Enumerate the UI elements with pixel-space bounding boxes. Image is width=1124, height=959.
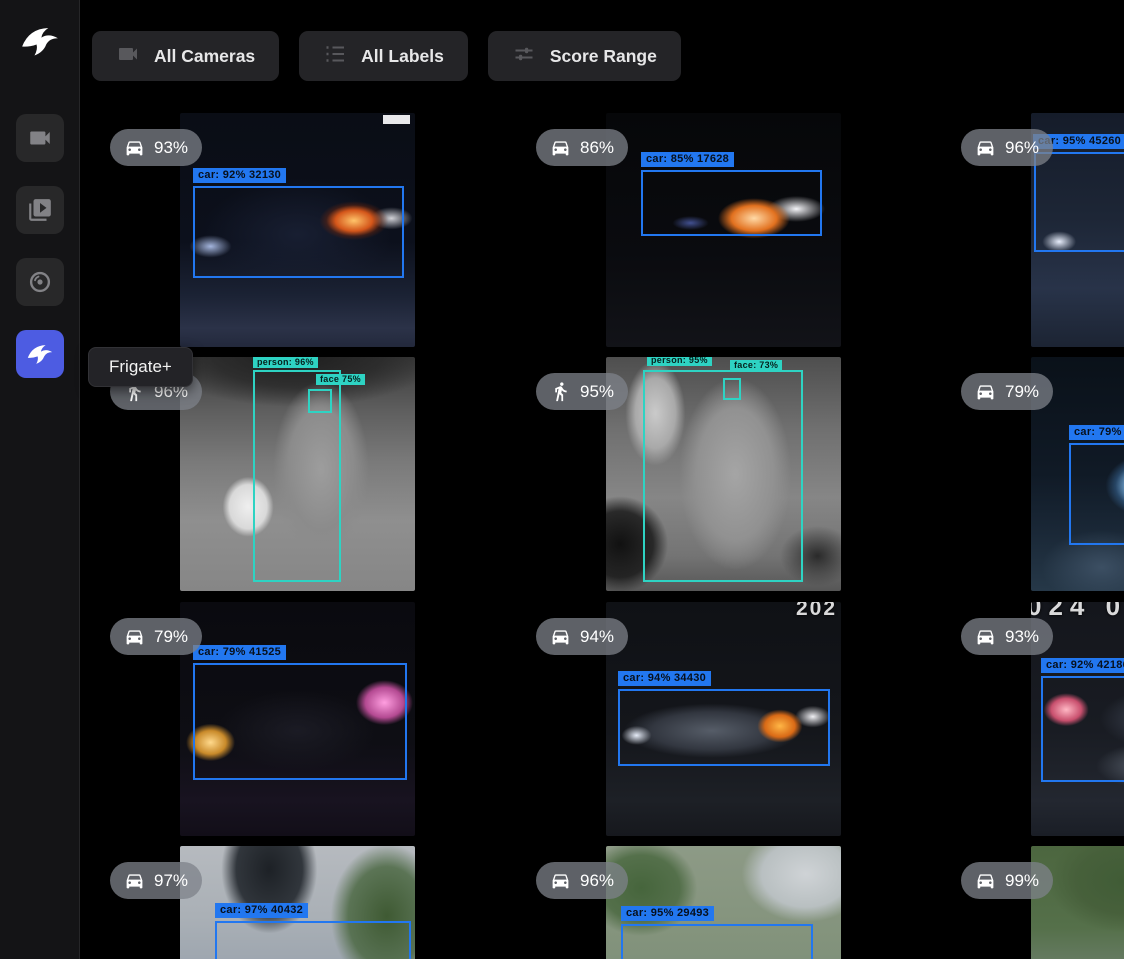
all-cameras-filter-button[interactable]: All Cameras: [92, 31, 279, 81]
frigate-plus-icon: [25, 340, 55, 368]
detection-label: person: 96%: [253, 357, 318, 368]
car-icon: [550, 870, 571, 891]
detection-thumbnail[interactable]: person: 95% face: 73%: [606, 357, 841, 591]
detection-label: car: 85% 17628: [641, 152, 734, 167]
face-label: face 75%: [316, 374, 365, 385]
face-box: [308, 389, 332, 413]
detection-box: [641, 170, 822, 236]
detection-thumbnail[interactable]: car: 95% 29493: [606, 846, 841, 959]
all-labels-filter-label: All Labels: [361, 46, 444, 67]
all-cameras-filter-label: All Cameras: [154, 46, 255, 67]
car-icon: [550, 626, 571, 647]
car-icon: [975, 626, 996, 647]
frigate-bird-logo: [18, 21, 62, 61]
detection-label: car: 79%: [1069, 425, 1124, 440]
car-icon: [975, 870, 996, 891]
sidebar-item-frigate-plus[interactable]: [16, 330, 64, 378]
score-badge-value: 86%: [580, 138, 614, 158]
face-box: [723, 378, 741, 400]
score-range-filter-button[interactable]: Score Range: [488, 31, 681, 81]
score-badge: 94%: [536, 618, 628, 655]
score-badge-value: 95%: [580, 382, 614, 402]
score-badge: 95%: [536, 373, 628, 410]
filter-toolbar: All Cameras All Labels Score Range: [92, 31, 681, 81]
sidebar-item-review[interactable]: [16, 186, 64, 234]
detection-box: [193, 663, 407, 780]
detection-thumbnail[interactable]: car: 94% 34430 202: [606, 602, 841, 836]
score-badge-value: 94%: [580, 627, 614, 647]
score-badge-value: 93%: [1005, 627, 1039, 647]
sidebar: [0, 0, 80, 959]
frigate-plus-tooltip: Frigate+: [88, 347, 193, 387]
cameras-filter-icon: [116, 42, 140, 66]
score-badge-value: 96%: [1005, 138, 1039, 158]
detection-box: [1069, 443, 1124, 545]
score-badge-value: 93%: [154, 138, 188, 158]
score-badge: 79%: [110, 618, 202, 655]
camera-timestamp-overlay: 024 03: [1031, 602, 1124, 622]
score-range-filter-label: Score Range: [550, 46, 657, 67]
score-badge-value: 99%: [1005, 871, 1039, 891]
score-badge: 99%: [961, 862, 1053, 899]
export-icon: [27, 269, 53, 295]
camera-icon: [27, 125, 53, 151]
detection-box: [643, 370, 803, 582]
detection-thumbnail[interactable]: car: 99% 25: [1031, 846, 1124, 959]
frigate-logo: [17, 20, 63, 62]
score-badge-value: 96%: [580, 871, 614, 891]
score-badge: 86%: [536, 129, 628, 166]
detection-box: [193, 186, 404, 278]
all-labels-filter-button[interactable]: All Labels: [299, 31, 468, 81]
car-icon: [124, 626, 145, 647]
car-icon: [550, 137, 571, 158]
labels-filter-icon: [323, 42, 347, 66]
detection-box: [215, 921, 411, 959]
detection-thumbnail[interactable]: car: 92% 32130: [180, 113, 415, 347]
score-badge: 93%: [961, 618, 1053, 655]
detection-box: [621, 924, 813, 959]
score-range-icon: [512, 42, 536, 66]
car-icon: [975, 381, 996, 402]
detection-thumbnail[interactable]: car: 97% 40432: [180, 846, 415, 959]
detection-box: [1041, 676, 1124, 782]
score-badge: 93%: [110, 129, 202, 166]
score-badge: 96%: [961, 129, 1053, 166]
detection-thumbnail[interactable]: car: 79% 41525: [180, 602, 415, 836]
score-badge-value: 97%: [154, 871, 188, 891]
sidebar-item-live[interactable]: [16, 114, 64, 162]
car-icon: [124, 870, 145, 891]
detection-box: [618, 689, 830, 766]
score-badge-value: 79%: [1005, 382, 1039, 402]
detection-thumbnail[interactable]: person: 96% face 75%: [180, 357, 415, 591]
face-label: face: 73%: [730, 360, 782, 371]
detection-box: [1034, 152, 1124, 252]
car-icon: [975, 137, 996, 158]
camera-timestamp-overlay: 202: [796, 602, 837, 621]
sidebar-item-export[interactable]: [16, 258, 64, 306]
detection-label: car: 92% 42186: [1041, 658, 1124, 673]
score-badge: 79%: [961, 373, 1053, 410]
detection-label: car: 95% 29493: [621, 906, 714, 921]
detection-label: car: 97% 40432: [215, 903, 308, 918]
score-badge: 97%: [110, 862, 202, 899]
sidebar-nav: [16, 114, 64, 378]
detection-label: car: 94% 34430: [618, 671, 711, 686]
score-badge-value: 79%: [154, 627, 188, 647]
score-badge: 96%: [536, 862, 628, 899]
detection-label: car: 92% 32130: [193, 168, 286, 183]
detection-label: person: 95%: [647, 357, 712, 366]
car-icon: [124, 137, 145, 158]
detection-grid: car: 92% 32130 93% car: 85% 17628 86% car: 9…: [0, 0, 1124, 959]
detection-thumbnail[interactable]: car: 85% 17628: [606, 113, 841, 347]
person-icon: [550, 381, 571, 402]
review-icon: [27, 197, 53, 223]
detection-label: car: 79% 41525: [193, 645, 286, 660]
